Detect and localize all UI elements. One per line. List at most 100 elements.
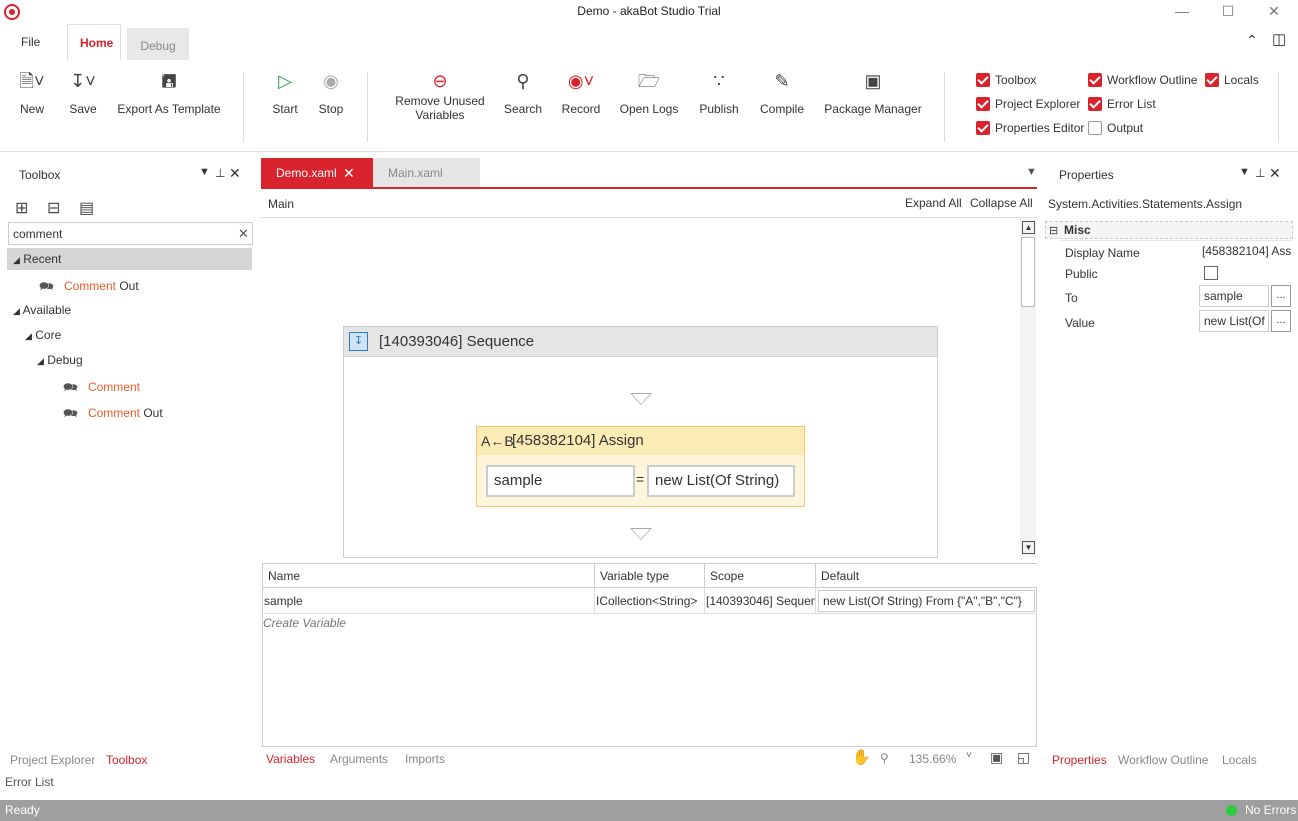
comments-icon[interactable]: ◫ (1272, 30, 1286, 48)
variable-default-cell[interactable]: new List(Of String) From {"A","B","C"} (816, 588, 1037, 614)
search-button[interactable]: ⚲ Search (503, 70, 543, 116)
toggle-locals[interactable]: Locals (1205, 72, 1259, 90)
variable-type-cell[interactable]: ICollection<String> (595, 588, 705, 614)
toolbox-search-value: comment (13, 227, 63, 241)
pin-icon[interactable]: ⊥ (1255, 166, 1265, 180)
close-icon[interactable]: ✕ (1264, 3, 1284, 21)
tab-main-xaml[interactable]: Main.xaml (373, 158, 480, 188)
tab-workflow-outline[interactable]: Workflow Outline (1118, 753, 1208, 767)
assign-value-field[interactable]: new List(Of String) (647, 465, 795, 497)
toggle-error-list[interactable]: Error List (1088, 96, 1156, 114)
remove-unused-variables-button[interactable]: ⊖ Remove Unused Variables (390, 70, 490, 122)
scroll-up-icon[interactable]: ▲ (1022, 221, 1035, 234)
tree-group-debug[interactable]: ◢ Debug (37, 353, 83, 367)
drop-target-icon[interactable] (630, 393, 652, 405)
zoom-dropdown-icon[interactable]: ˅ (966, 750, 972, 761)
category-misc[interactable]: ⊟ Misc (1045, 221, 1293, 239)
publish-button[interactable]: ∵ Publish (697, 70, 741, 116)
tab-demo-xaml[interactable]: Demo.xaml ✕ (261, 158, 373, 188)
pin-icon[interactable]: ⊥ (215, 166, 225, 180)
scroll-thumb[interactable] (1021, 237, 1035, 307)
to-expression-button[interactable]: ... (1271, 285, 1291, 307)
tab-file[interactable]: File (9, 30, 52, 54)
minimize-icon[interactable]: — (1172, 3, 1192, 21)
compile-button[interactable]: ✎ Compile (757, 70, 807, 116)
tree-group-recent[interactable]: ◢ Recent (7, 248, 252, 270)
toggle-project-explorer[interactable]: Project Explorer (976, 96, 1080, 114)
toggle-output[interactable]: Output (1088, 120, 1143, 138)
tree-group-core[interactable]: ◢ Core (25, 328, 61, 342)
column-header-default[interactable]: Default (816, 564, 1037, 588)
tab-project-explorer[interactable]: Project Explorer (10, 753, 95, 767)
tree-item-comment-out[interactable]: 🗪 Comment Out (63, 404, 163, 425)
tab-arguments[interactable]: Arguments (330, 752, 388, 766)
start-button[interactable]: ▷ Start (268, 70, 302, 116)
zoom-icon[interactable]: ⚲ (880, 751, 889, 765)
tab-locals[interactable]: Locals (1222, 753, 1257, 767)
column-header-name[interactable]: Name (263, 564, 595, 588)
stop-button[interactable]: ◉ Stop (314, 70, 348, 116)
ribbon-tabs: File Home Debug ⌃ ◫ (0, 24, 1298, 60)
column-header-scope[interactable]: Scope (705, 564, 816, 588)
close-tab-icon[interactable]: ✕ (343, 158, 355, 188)
close-panel-icon[interactable]: ✕ (229, 165, 241, 182)
comment-out-icon: 🗪 (39, 279, 54, 293)
tab-home[interactable]: Home (67, 24, 121, 60)
tab-debug[interactable]: Debug (127, 28, 189, 60)
panel-menu-icon[interactable]: ▼ (199, 166, 210, 178)
record-button[interactable]: ◉˅ Record (560, 70, 602, 116)
tree-group-available[interactable]: ◢ Available (13, 303, 71, 317)
tab-properties[interactable]: Properties (1052, 753, 1107, 767)
collapse-category-icon[interactable]: ⊟ (1049, 224, 1058, 237)
value-input[interactable]: new List(Of (1199, 310, 1269, 332)
tree-item-comment-out-recent[interactable]: 🗪 Comment Out (39, 277, 139, 298)
zoom-level[interactable]: 135.66% (909, 752, 956, 766)
close-panel-icon[interactable]: ✕ (1269, 165, 1281, 182)
collapse-all-link[interactable]: Collapse All (970, 196, 1033, 210)
assign-activity[interactable]: A←B [458382104] Assign sample = new List… (476, 426, 805, 507)
toggle-toolbox[interactable]: Toolbox (976, 72, 1036, 90)
new-button[interactable]: 🗎˅ New (14, 70, 50, 116)
display-name-input[interactable]: [458382104] Assign (1202, 244, 1292, 258)
tab-variables[interactable]: Variables (266, 752, 315, 766)
toggle-properties-editor[interactable]: Properties Editor (976, 120, 1084, 138)
search-icon: ⚲ (516, 71, 530, 91)
create-variable-link[interactable]: Create Variable (263, 616, 346, 630)
tree-item-comment[interactable]: 🗪 Comment (63, 378, 140, 399)
panel-menu-icon[interactable]: ▼ (1239, 166, 1250, 178)
clear-search-icon[interactable]: ✕ (238, 226, 249, 242)
variable-scope-cell[interactable]: [140393046] Sequence (705, 588, 816, 614)
collapse-all-icon[interactable]: ⊟ (47, 198, 60, 218)
value-expression-button[interactable]: ... (1271, 310, 1291, 332)
maximize-icon[interactable]: ☐ (1218, 3, 1238, 21)
error-count[interactable]: No Errors (1245, 800, 1296, 821)
hand-pan-icon[interactable]: ✋ (852, 748, 871, 766)
collapse-ribbon-icon[interactable]: ⌃ (1246, 32, 1258, 49)
default-value-input[interactable]: new List(Of String) From {"A","B","C"} (818, 590, 1035, 612)
package-manager-button[interactable]: ▣ Package Manager (824, 70, 922, 116)
folder-icon: 🗁 (637, 71, 661, 91)
fit-to-screen-icon[interactable]: ▣ (990, 749, 1003, 766)
expand-all-icon[interactable]: ⊞ (15, 198, 28, 218)
public-checkbox[interactable] (1204, 266, 1218, 280)
tab-error-list[interactable]: Error List (5, 775, 54, 789)
toggle-workflow-outline[interactable]: Workflow Outline (1088, 72, 1197, 90)
tab-dropdown-icon[interactable]: ▼ (1026, 166, 1037, 178)
column-header-variable-type[interactable]: Variable type (595, 564, 705, 588)
tab-toolbox[interactable]: Toolbox (106, 753, 147, 767)
scroll-down-icon[interactable]: ▼ (1022, 541, 1035, 554)
breadcrumb[interactable]: Main (268, 197, 294, 211)
open-logs-button[interactable]: 🗁 Open Logs (618, 70, 680, 116)
assign-to-field[interactable]: sample (486, 465, 635, 497)
list-view-icon[interactable]: ▤ (79, 198, 94, 218)
expand-all-link[interactable]: Expand All (905, 196, 962, 210)
to-input[interactable]: sample (1199, 285, 1269, 307)
drop-target-icon[interactable] (630, 528, 652, 540)
save-button[interactable]: ↧˅ Save (64, 70, 102, 116)
variable-name-cell[interactable]: sample (263, 588, 595, 614)
tab-imports[interactable]: Imports (405, 752, 445, 766)
export-template-button[interactable]: 🖪 Export As Template (116, 70, 222, 116)
toolbox-search-field[interactable]: comment ✕ (8, 222, 253, 245)
vertical-scrollbar[interactable]: ▲ ▼ (1020, 219, 1036, 557)
overview-icon[interactable]: ◱ (1017, 749, 1030, 766)
